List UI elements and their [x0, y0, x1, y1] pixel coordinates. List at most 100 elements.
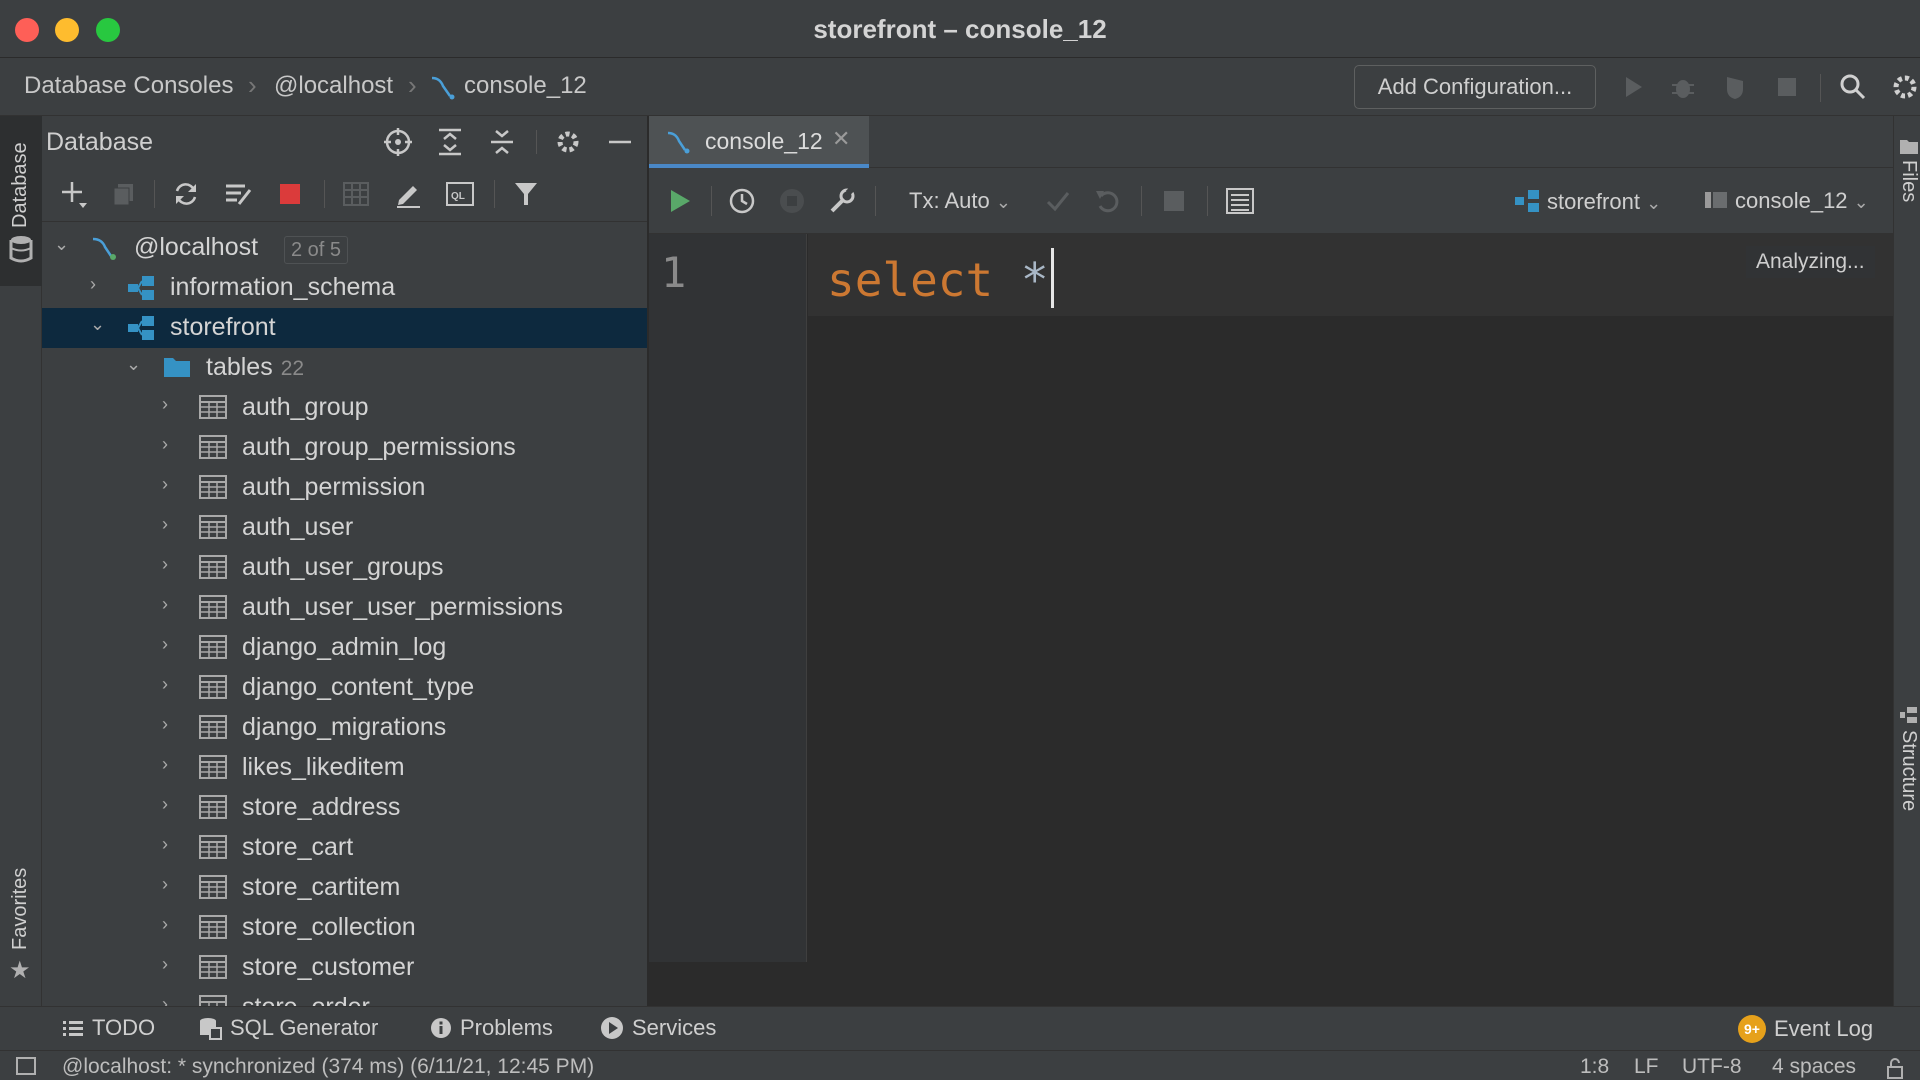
files-tab-label[interactable]: Files: [1897, 160, 1920, 202]
chevron-right-icon[interactable]: ›: [162, 594, 186, 622]
tree-node-table[interactable]: › likes_likeditem: [42, 748, 647, 788]
chevron-right-icon[interactable]: ›: [162, 834, 186, 862]
database-tool-tab[interactable]: Database: [0, 116, 42, 286]
tree-node-tables-folder[interactable]: ⌄ tables 22: [42, 348, 647, 388]
duplicate-icon[interactable]: [106, 176, 142, 212]
tree-node-table[interactable]: › store_customer: [42, 948, 647, 988]
chevron-down-icon[interactable]: ⌄: [54, 234, 78, 262]
line-ending-selector[interactable]: LF: [1634, 1055, 1659, 1079]
chevron-right-icon[interactable]: ›: [90, 274, 114, 302]
locate-icon[interactable]: [380, 124, 416, 160]
chevron-right-icon[interactable]: ›: [162, 674, 186, 702]
wrench-settings-icon[interactable]: [823, 182, 861, 220]
chevron-right-icon[interactable]: ›: [162, 634, 186, 662]
tree-node-table[interactable]: › store_order: [42, 988, 647, 1006]
schema-selector-dropdown[interactable]: storefront ⌄: [1513, 188, 1661, 220]
table-icon: [198, 594, 228, 622]
chevron-down-icon[interactable]: ⌄: [126, 354, 150, 382]
chevron-right-icon[interactable]: ›: [162, 474, 186, 502]
chevron-right-icon[interactable]: ›: [162, 794, 186, 822]
chevron-right-icon[interactable]: ›: [162, 434, 186, 462]
encoding-selector[interactable]: UTF-8: [1682, 1055, 1742, 1079]
tree-node-table[interactable]: › store_collection: [42, 908, 647, 948]
filter-icon[interactable]: [508, 176, 544, 212]
chevron-right-icon[interactable]: ›: [162, 554, 186, 582]
chevron-right-icon[interactable]: ›: [162, 714, 186, 742]
services-tool-button[interactable]: Services: [600, 1015, 716, 1041]
caret-position[interactable]: 1:8: [1580, 1055, 1609, 1079]
rollback-icon[interactable]: [1089, 182, 1127, 220]
breadcrumb-database-consoles[interactable]: Database Consoles: [24, 72, 233, 100]
search-icon[interactable]: [1834, 68, 1872, 106]
chevron-right-icon[interactable]: ›: [162, 394, 186, 422]
breadcrumb-localhost[interactable]: @localhost: [274, 72, 393, 100]
tree-node-table[interactable]: › store_cartitem: [42, 868, 647, 908]
event-log-tool-button[interactable]: 9+ Event Log: [1738, 1015, 1873, 1043]
sql-console-icon[interactable]: QL: [442, 176, 478, 212]
structure-icon: [1899, 706, 1919, 731]
transaction-mode-dropdown[interactable]: Tx: Auto ⌄: [909, 188, 1011, 214]
tree-node-table[interactable]: › auth_user_user_permissions: [42, 588, 647, 628]
tab-console[interactable]: console_12 ✕: [649, 116, 869, 168]
close-icon[interactable]: ✕: [832, 126, 850, 152]
line-number: 1: [661, 248, 687, 297]
stop-icon[interactable]: [1768, 68, 1806, 106]
chevron-right-icon[interactable]: ›: [162, 514, 186, 542]
coverage-icon[interactable]: [1716, 68, 1754, 106]
tree-node-table[interactable]: › django_content_type: [42, 668, 647, 708]
lock-icon[interactable]: [1884, 1057, 1906, 1080]
run-icon[interactable]: [1614, 68, 1652, 106]
collapse-all-icon[interactable]: [484, 124, 520, 160]
cancel-query-icon[interactable]: [773, 182, 811, 220]
tree-node-table[interactable]: › store_cart: [42, 828, 647, 868]
structure-tab-label[interactable]: Structure: [1897, 730, 1920, 811]
toggle-tool-windows-icon[interactable]: [16, 1057, 36, 1075]
chevron-right-icon[interactable]: ›: [162, 954, 186, 982]
session-selector-dropdown[interactable]: console_12 ⌄: [1703, 188, 1869, 218]
debug-icon[interactable]: [1664, 68, 1702, 106]
breadcrumb-console[interactable]: console_12: [464, 72, 587, 100]
tree-node-table[interactable]: › django_migrations: [42, 708, 647, 748]
chevron-right-icon[interactable]: ›: [162, 994, 186, 1006]
stop-icon[interactable]: [1155, 182, 1193, 220]
add-icon[interactable]: [56, 176, 92, 212]
table-view-icon[interactable]: [338, 176, 374, 212]
panel-settings-gear-icon[interactable]: [550, 124, 586, 160]
edit-pencil-icon[interactable]: [390, 176, 426, 212]
execute-icon[interactable]: [661, 182, 699, 220]
chevron-down-icon[interactable]: ⌄: [90, 314, 114, 342]
favorites-tab-label[interactable]: Favorites: [9, 868, 32, 950]
history-clock-icon[interactable]: [723, 182, 761, 220]
problems-tool-button[interactable]: Problems: [430, 1015, 553, 1041]
chevron-right-icon[interactable]: ›: [162, 754, 186, 782]
tree-node-table[interactable]: › auth_user_groups: [42, 548, 647, 588]
tree-node-localhost[interactable]: ⌄ @localhost 2 of 5: [42, 228, 647, 268]
hide-panel-icon[interactable]: [602, 124, 638, 160]
tree-node-schema[interactable]: › information_schema: [42, 268, 647, 308]
tree-label: @localhost: [134, 233, 259, 261]
tree-node-table[interactable]: › auth_user: [42, 508, 647, 548]
tree-label: storefront: [170, 313, 276, 341]
tree-node-table[interactable]: › django_admin_log: [42, 628, 647, 668]
output-layout-icon[interactable]: [1221, 182, 1259, 220]
commit-check-icon[interactable]: [1039, 182, 1077, 220]
indent-selector[interactable]: 4 spaces: [1772, 1055, 1856, 1079]
todo-tool-button[interactable]: TODO: [62, 1015, 155, 1041]
settings-gear-icon[interactable]: [1886, 68, 1920, 106]
files-folder-icon: [1899, 138, 1919, 161]
expand-all-icon[interactable]: [432, 124, 468, 160]
chevron-right-icon[interactable]: ›: [162, 914, 186, 942]
add-configuration-button[interactable]: Add Configuration...: [1354, 65, 1596, 109]
chevron-right-icon[interactable]: ›: [162, 874, 186, 902]
code-line[interactable]: select *: [827, 248, 1054, 308]
tree-node-table[interactable]: › auth_group_permissions: [42, 428, 647, 468]
disconnect-stop-icon[interactable]: [272, 176, 308, 212]
sql-generator-tool-button[interactable]: SQL Generator: [198, 1015, 378, 1041]
refresh-icon[interactable]: [168, 176, 204, 212]
tree-node-schema-selected[interactable]: ⌄ storefront: [42, 308, 647, 348]
sql-editor[interactable]: 1 select * Analyzing...: [649, 234, 1893, 1006]
tree-node-table[interactable]: › auth_permission: [42, 468, 647, 508]
tree-node-table[interactable]: › store_address: [42, 788, 647, 828]
schema-settings-icon[interactable]: [220, 176, 256, 212]
tree-node-table[interactable]: › auth_group: [42, 388, 647, 428]
